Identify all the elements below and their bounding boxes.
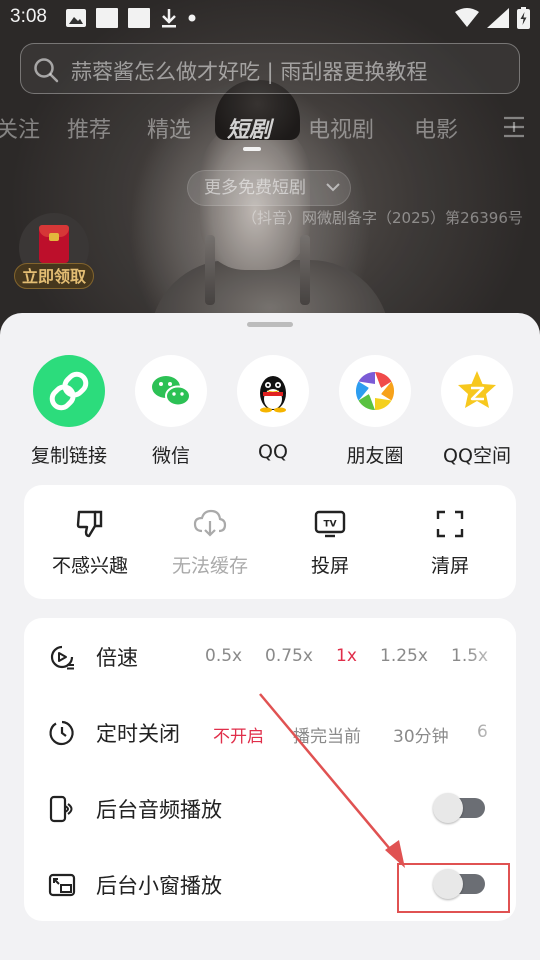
timer-option[interactable]: 30分钟 [393, 722, 449, 747]
fade-overlay [466, 618, 516, 694]
share-wechat[interactable]: 微信 [120, 355, 222, 468]
timer-option-selected[interactable]: 不开启 [213, 722, 264, 747]
cast-screen-label: 投屏 [310, 555, 349, 577]
cache-unavailable-button[interactable]: 无法缓存 [150, 507, 270, 578]
svg-text:TV: TV [323, 520, 336, 530]
thumbs-down-icon [76, 510, 103, 538]
playback-speed-title: 倍速 [96, 646, 138, 670]
qzone-icon [441, 355, 513, 427]
quick-actions-card: 不感兴趣 无法缓存 TV 投屏 清屏 [24, 485, 516, 599]
fade-overlay [466, 694, 516, 770]
speed-option[interactable]: 0.75x [265, 646, 313, 666]
share-qzone[interactable]: QQ空间 [426, 355, 528, 468]
clear-screen-button[interactable]: 清屏 [390, 507, 510, 578]
not-interested-label: 不感兴趣 [51, 555, 128, 577]
wechat-icon [135, 355, 207, 427]
timer-option[interactable]: 播完当前 [293, 722, 361, 747]
share-moments[interactable]: 朋友圈 [324, 355, 426, 468]
sleep-timer-row: 定时关闭 不开启 播完当前 30分钟 6 [24, 694, 516, 770]
share-wechat-label: 微信 [151, 445, 190, 467]
picture-in-picture-icon [48, 873, 76, 897]
speed-option[interactable]: 0.5x [205, 646, 242, 666]
annotation-highlight-box [397, 863, 510, 913]
share-targets-row: 复制链接 微信 QQ 朋友圈 QQ空间 [0, 355, 540, 468]
cloud-download-icon [193, 509, 227, 537]
background-audio-row: 后台音频播放 [24, 770, 516, 846]
not-interested-button[interactable]: 不感兴趣 [30, 507, 150, 578]
share-moments-label: 朋友圈 [346, 445, 404, 467]
clear-screen-label: 清屏 [430, 555, 469, 577]
share-copy-link[interactable]: 复制链接 [18, 355, 120, 468]
tv-cast-icon: TV [314, 510, 346, 538]
background-pip-title: 后台小窗播放 [96, 874, 222, 898]
phone-audio-icon [49, 795, 73, 823]
moments-icon [339, 355, 411, 427]
playback-speed-icon [50, 645, 74, 670]
speed-option[interactable]: 1.25x [380, 646, 428, 666]
share-qq-label: QQ [258, 441, 288, 463]
sleep-timer-title: 定时关闭 [96, 722, 180, 746]
timer-icon [49, 720, 74, 746]
link-icon [33, 355, 105, 427]
share-copy-link-label: 复制链接 [30, 445, 107, 467]
playback-speed-row: 倍速 0.5x 0.75x 1x 1.25x 1.5x [24, 618, 516, 694]
fullscreen-icon [436, 510, 464, 538]
cast-screen-button[interactable]: TV 投屏 [270, 507, 390, 578]
background-audio-title: 后台音频播放 [96, 798, 222, 822]
share-qzone-label: QQ空间 [443, 445, 511, 467]
speed-option-selected[interactable]: 1x [336, 646, 357, 666]
background-audio-toggle[interactable] [433, 793, 485, 823]
qq-icon [237, 355, 309, 427]
drag-handle[interactable] [247, 322, 293, 327]
share-qq[interactable]: QQ [222, 355, 324, 463]
cache-unavailable-label: 无法缓存 [171, 555, 248, 577]
